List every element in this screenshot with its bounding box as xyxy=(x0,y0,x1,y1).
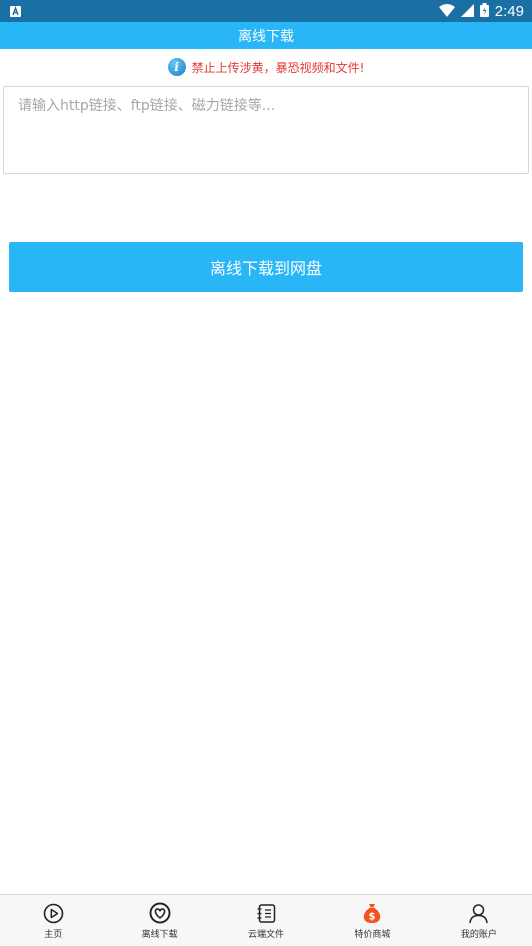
offline-download-button[interactable]: 离线下载到网盘 xyxy=(9,242,523,292)
svg-text:$: $ xyxy=(369,912,376,923)
wifi-icon xyxy=(438,2,455,21)
nav-label-home: 主页 xyxy=(44,930,63,940)
notebook-icon xyxy=(255,902,277,924)
a-box-icon xyxy=(10,2,21,21)
nav-item-account[interactable]: 我的账户 xyxy=(426,895,532,946)
money-bag-icon: $ xyxy=(361,902,383,924)
url-input[interactable] xyxy=(3,86,529,174)
warning-notice: i 禁止上传涉黄，暴恐视频和文件! xyxy=(0,56,532,78)
bottom-nav: 主页 离线下载 云端文件 $ 特价商城 我的账户 xyxy=(0,894,532,946)
status-left xyxy=(10,2,21,21)
play-circle-icon xyxy=(42,902,64,924)
nav-item-mall[interactable]: $ 特价商城 xyxy=(319,895,425,946)
nav-item-cloud-files[interactable]: 云端文件 xyxy=(213,895,319,946)
nav-item-home[interactable]: 主页 xyxy=(0,895,106,946)
nav-item-offline-download[interactable]: 离线下载 xyxy=(106,895,212,946)
status-time: 2:49 xyxy=(494,2,524,20)
page-header: 离线下载 xyxy=(0,22,532,49)
user-icon xyxy=(468,902,490,924)
page-title: 离线下载 xyxy=(238,28,294,45)
battery-icon xyxy=(479,2,489,21)
status-right: 2:49 xyxy=(438,2,524,21)
nav-label-account: 我的账户 xyxy=(460,930,497,940)
warning-text: 禁止上传涉黄，暴恐视频和文件! xyxy=(191,60,365,75)
offline-download-button-label: 离线下载到网盘 xyxy=(209,259,322,278)
nav-label-mall: 特价商城 xyxy=(354,930,391,940)
info-icon: i xyxy=(167,58,186,76)
signal-icon xyxy=(460,2,474,21)
status-bar: 2:49 xyxy=(0,0,532,22)
nav-label-offline-download: 离线下载 xyxy=(141,930,178,940)
nav-label-cloud-files: 云端文件 xyxy=(248,930,285,940)
heart-circle-icon xyxy=(149,902,171,924)
